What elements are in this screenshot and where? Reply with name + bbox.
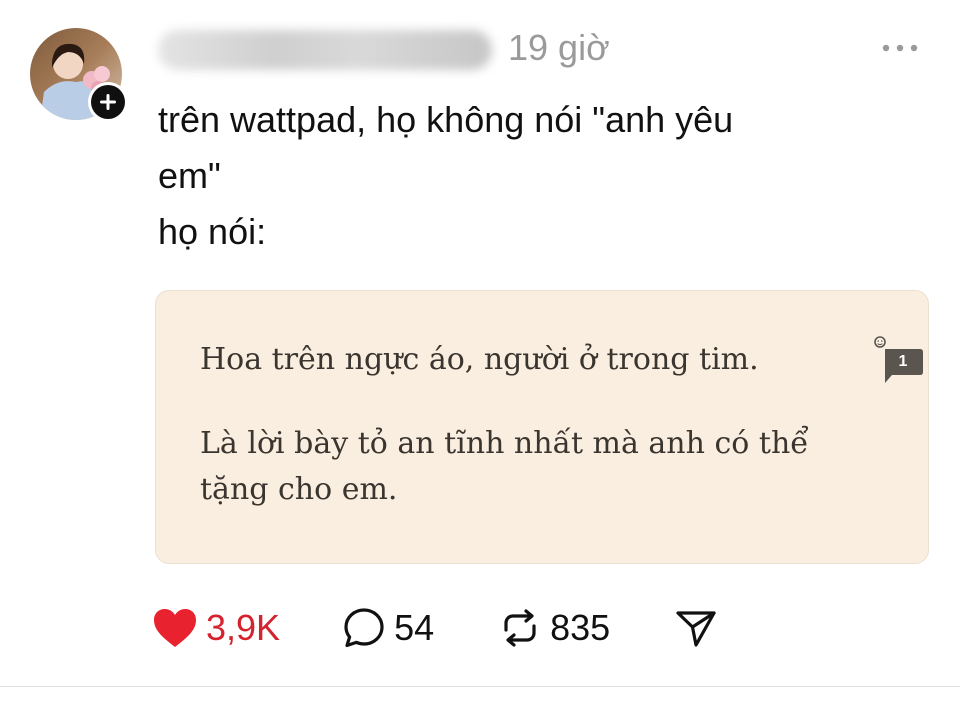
plus-icon — [91, 85, 125, 119]
follow-button[interactable] — [88, 82, 128, 122]
send-icon — [676, 611, 716, 647]
quote-line-2: Là lời bày tỏ an tĩnh nhất mà anh có thể… — [200, 426, 809, 507]
share-button[interactable] — [674, 600, 718, 656]
comment-button[interactable]: 54 — [342, 600, 434, 656]
post-text: trên wattpad, họ không nói "anh yêu em" … — [158, 99, 734, 252]
repost-icon — [504, 609, 536, 647]
quote-line-1: Hoa trên ngực áo, người ở trong tim. — [200, 342, 759, 377]
action-bar: 3,9K 54 835 — [152, 600, 718, 656]
heart-icon — [154, 609, 196, 647]
quote-text: Hoa trên ngực áo, người ở trong tim. Là … — [200, 337, 850, 513]
thread-post: 19 giờ trên wattpad, họ không nói "anh y… — [0, 0, 960, 704]
comment-count: 54 — [394, 607, 435, 648]
comment-bubble-icon — [344, 608, 384, 648]
inline-comment-count: 1 — [898, 353, 908, 370]
post-time: 19 giờ — [508, 27, 610, 68]
like-count: 3,9K — [206, 607, 281, 648]
like-button[interactable]: 3,9K — [152, 600, 280, 656]
more-dots-icon[interactable] — [880, 38, 920, 58]
post-divider — [0, 686, 960, 687]
username-redacted[interactable] — [158, 30, 492, 70]
repost-count: 835 — [550, 607, 611, 648]
inline-comment-badge[interactable]: 1 — [874, 335, 924, 387]
repost-button[interactable]: 835 — [498, 600, 610, 656]
quote-image[interactable]: Hoa trên ngực áo, người ở trong tim. Là … — [155, 290, 929, 564]
